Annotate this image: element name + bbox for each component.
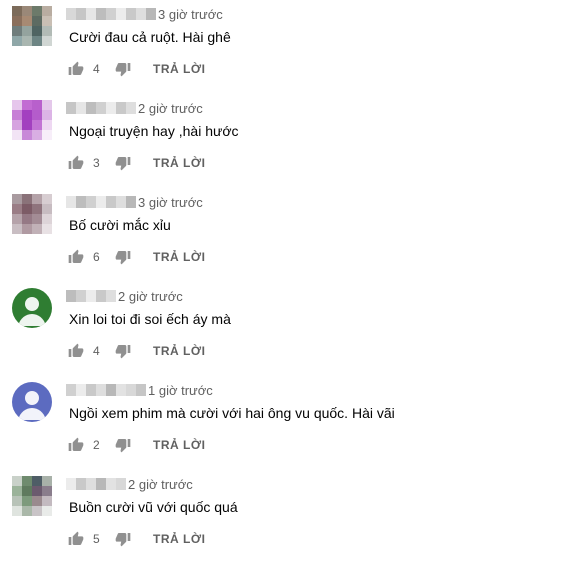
avatar[interactable]	[12, 194, 52, 234]
thumbs-down-icon[interactable]	[115, 61, 131, 77]
comment-timestamp[interactable]: 3 giờ trước	[138, 195, 203, 210]
like-count: 4	[93, 62, 100, 76]
like-count: 6	[93, 250, 100, 264]
thumbs-down-icon[interactable]	[115, 249, 131, 265]
comment-header: 2 giờ trước	[66, 288, 183, 304]
author-name-obscured[interactable]	[66, 384, 146, 396]
thumbs-down-icon[interactable]	[115, 531, 131, 547]
comment-timestamp[interactable]: 3 giờ trước	[158, 7, 223, 22]
thumbs-up-icon[interactable]	[68, 437, 84, 453]
author-name-obscured[interactable]	[66, 478, 126, 490]
avatar[interactable]	[12, 6, 52, 46]
comment-item: 3 giờ trước Bố cười mắc xỉu 6 TRẢ LỜI	[0, 188, 574, 282]
comment-timestamp[interactable]: 1 giờ trước	[148, 383, 213, 398]
thumbs-down-icon[interactable]	[115, 437, 131, 453]
comment-header: 2 giờ trước	[66, 476, 193, 492]
avatar[interactable]	[12, 476, 52, 516]
author-name-obscured[interactable]	[66, 196, 136, 208]
author-name-obscured[interactable]	[66, 102, 136, 114]
thumbs-up-icon[interactable]	[68, 531, 84, 547]
thumbs-down-icon[interactable]	[115, 155, 131, 171]
reply-button[interactable]: TRẢ LỜI	[153, 156, 205, 170]
thumbs-up-icon[interactable]	[68, 343, 84, 359]
comment-actions: 3 TRẢ LỜI	[68, 153, 205, 173]
comment-timestamp[interactable]: 2 giờ trước	[138, 101, 203, 116]
comment-header: 1 giờ trước	[66, 382, 213, 398]
thumbs-up-icon[interactable]	[68, 249, 84, 265]
comment-text: Buồn cười vũ với quốc quá	[69, 499, 238, 515]
like-count: 3	[93, 156, 100, 170]
like-count: 5	[93, 532, 100, 546]
comment-actions: 4 TRẢ LỜI	[68, 59, 205, 79]
comment-item: 2 giờ trước Buồn cười vũ với quốc quá 5 TRẢ…	[0, 470, 574, 564]
thumbs-down-icon[interactable]	[115, 343, 131, 359]
author-name-obscured[interactable]	[66, 290, 116, 302]
thumbs-up-icon[interactable]	[68, 155, 84, 171]
comment-actions: 6 TRẢ LỜI	[68, 247, 205, 267]
avatar[interactable]	[12, 382, 52, 422]
comment-header: 3 giờ trước	[66, 194, 203, 210]
reply-button[interactable]: TRẢ LỜI	[153, 532, 205, 546]
comment-header: 2 giờ trước	[66, 100, 203, 116]
reply-button[interactable]: TRẢ LỜI	[153, 438, 205, 452]
comment-item: 2 giờ trước Ngoại truyện hay ,hài hước 3 TR…	[0, 94, 574, 188]
comment-actions: 4 TRẢ LỜI	[68, 341, 205, 361]
comment-text: Cười đau cả ruột. Hài ghê	[69, 29, 231, 45]
comment-timestamp[interactable]: 2 giờ trước	[118, 289, 183, 304]
reply-button[interactable]: TRẢ LỜI	[153, 250, 205, 264]
comment-text: Ngồi xem phim mà cười với hai ông vu quố…	[69, 405, 395, 421]
reply-button[interactable]: TRẢ LỜI	[153, 344, 205, 358]
comment-timestamp[interactable]: 2 giờ trước	[128, 477, 193, 492]
like-count: 2	[93, 438, 100, 452]
comment-actions: 5 TRẢ LỜI	[68, 529, 205, 549]
avatar[interactable]	[12, 288, 52, 328]
comment-text: Ngoại truyện hay ,hài hước	[69, 123, 239, 139]
thumbs-up-icon[interactable]	[68, 61, 84, 77]
comment-item: 2 giờ trước Xin loi toi đi soi ếch áy mà 4…	[0, 282, 574, 376]
comment-item: 1 giờ trước Ngồi xem phim mà cười với hai…	[0, 376, 574, 470]
comment-actions: 2 TRẢ LỜI	[68, 435, 205, 455]
comment-text: Bố cười mắc xỉu	[69, 217, 171, 233]
comment-item: 3 giờ trước Cười đau cả ruột. Hài ghê 4 TRẢ…	[0, 0, 574, 94]
reply-button[interactable]: TRẢ LỜI	[153, 62, 205, 76]
comment-text: Xin loi toi đi soi ếch áy mà	[69, 311, 231, 327]
comment-header: 3 giờ trước	[66, 6, 223, 22]
like-count: 4	[93, 344, 100, 358]
author-name-obscured[interactable]	[66, 8, 156, 20]
avatar[interactable]	[12, 100, 52, 140]
